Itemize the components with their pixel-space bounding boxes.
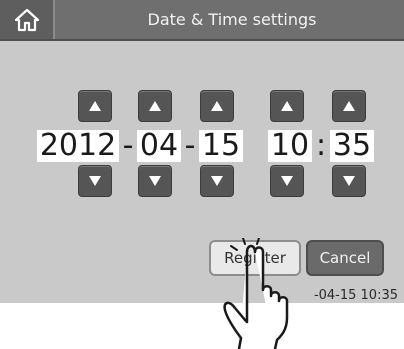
down-arrow-icon (281, 176, 293, 186)
minute-field[interactable]: 35 (330, 130, 374, 162)
title-bar: Date & Time settings (0, 0, 404, 41)
up-arrow-icon (89, 101, 101, 111)
down-arrow-icon (343, 176, 355, 186)
time-separator: : (315, 128, 327, 163)
page-title: Date & Time settings (147, 10, 317, 29)
up-arrow-icon (211, 101, 223, 111)
day-decrement-button[interactable] (200, 165, 234, 197)
year-increment-button[interactable] (78, 90, 112, 122)
home-icon (14, 8, 39, 31)
date-separator: - (184, 128, 196, 163)
up-arrow-icon (149, 101, 161, 111)
date-separator: - (122, 128, 134, 163)
year-field[interactable]: 2012 (37, 130, 119, 162)
minute-decrement-button[interactable] (332, 165, 366, 197)
month-field[interactable]: 04 (137, 130, 181, 162)
down-arrow-icon (149, 176, 161, 186)
down-arrow-icon (211, 176, 223, 186)
month-decrement-button[interactable] (138, 165, 172, 197)
hour-decrement-button[interactable] (270, 165, 304, 197)
month-increment-button[interactable] (138, 90, 172, 122)
up-arrow-icon (343, 101, 355, 111)
day-field[interactable]: 15 (199, 130, 243, 162)
up-arrow-icon (281, 101, 293, 111)
register-button[interactable]: Register (209, 240, 301, 276)
hour-field[interactable]: 10 (268, 130, 312, 162)
minute-increment-button[interactable] (332, 90, 366, 122)
day-increment-button[interactable] (200, 90, 234, 122)
cancel-button[interactable]: Cancel (306, 240, 384, 276)
current-datetime-status: -04-15 10:35 (313, 288, 398, 303)
down-arrow-icon (89, 176, 101, 186)
hour-increment-button[interactable] (270, 90, 304, 122)
settings-screen: Date & Time settings 2012 - 04 - 15 10 :… (0, 0, 404, 303)
year-decrement-button[interactable] (78, 165, 112, 197)
home-button[interactable] (0, 0, 55, 39)
